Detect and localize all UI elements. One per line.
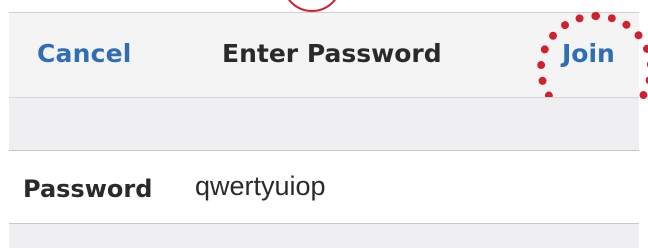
join-button[interactable]: Join [562,39,615,68]
top-strip [0,0,648,12]
group-spacer [9,97,639,150]
navigation-bar: Cancel Enter Password Join [9,12,648,125]
password-row[interactable]: Password [9,150,639,224]
bottom-group-background [9,224,639,248]
annotation-circle-top [282,0,342,12]
page-title: Enter Password [222,39,442,68]
cancel-button[interactable]: Cancel [37,39,132,68]
enter-password-dialog: Cancel Enter Password Join Password [0,0,648,248]
password-field[interactable] [195,163,615,209]
password-label: Password [23,175,153,203]
